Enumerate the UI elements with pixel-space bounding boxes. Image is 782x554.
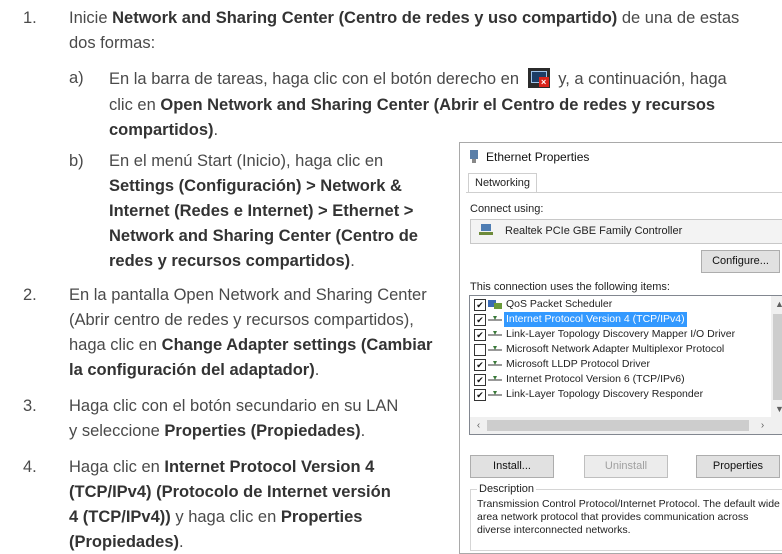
scroll-left-icon[interactable]: ‹ [470, 417, 487, 434]
list-item[interactable]: Microsoft Network Adapter Multiplexor Pr… [470, 342, 770, 357]
ethernet-icon [470, 150, 478, 163]
list-item[interactable]: ✔ Internet Protocol Version 6 (TCP/IPv6) [470, 372, 770, 387]
substep-b-line3: Internet (Redes e Internet) > Ethernet > [109, 202, 414, 220]
step-3-line2: y seleccione Properties (Propiedades). [69, 422, 366, 440]
item-label: Internet Protocol Version 4 (TCP/IPv4) [504, 312, 687, 327]
protocol-icon [488, 316, 502, 321]
list-item[interactable]: ✔ QoS Packet Scheduler [470, 297, 770, 312]
substep-b-line4: Network and Sharing Center (Centro de [109, 227, 418, 245]
substep-b-line2: Settings (Configuración) > Network & [109, 177, 402, 195]
step-2-line2: (Abrir centro de redes y recursos compar… [69, 311, 414, 329]
item-checkbox[interactable] [474, 344, 486, 356]
item-checkbox[interactable]: ✔ [474, 314, 486, 326]
step-4-line3: 4 (TCP/IPv4)) y haga clic en Properties [69, 508, 363, 526]
step-4-line4: (Propiedades). [69, 533, 184, 551]
step-2-line1: En la pantalla Open Network and Sharing … [69, 286, 427, 304]
step-1-text: Inicie Network and Sharing Center (Centr… [69, 9, 740, 27]
scroll-thumb[interactable] [773, 314, 782, 400]
item-checkbox[interactable]: ✔ [474, 359, 486, 371]
horizontal-scrollbar[interactable]: ‹ › [470, 417, 782, 434]
substep-b-line1: En el menú Start (Inicio), haga clic en [109, 152, 384, 170]
substep-a-line3: compartidos). [109, 121, 219, 139]
scroll-right-icon[interactable]: › [754, 417, 771, 434]
step-4-line2: (TCP/IPv4) (Protocolo de Internet versió… [69, 483, 391, 501]
item-label: Microsoft LLDP Protocol Driver [506, 358, 650, 370]
step-number: 4. [23, 458, 37, 476]
connect-using-label: Connect using: [470, 203, 544, 215]
step-2-line3: haga clic en Change Adapter settings (Ca… [69, 336, 433, 354]
configure-button[interactable]: Configure... [701, 250, 780, 273]
item-checkbox[interactable]: ✔ [474, 329, 486, 341]
description-legend: Description [477, 483, 537, 495]
dialog-title: Ethernet Properties [486, 150, 590, 164]
step-number: 3. [23, 397, 37, 415]
ethernet-properties-dialog: Ethernet Properties Networking Connect u… [459, 142, 782, 554]
adapter-field: Realtek PCIe GBE Family Controller [470, 219, 782, 244]
document-page: 1. Inicie Network and Sharing Center (Ce… [0, 0, 782, 554]
item-checkbox[interactable]: ✔ [474, 389, 486, 401]
item-label: Internet Protocol Version 6 (TCP/IPv6) [506, 373, 685, 385]
scroll-thumb[interactable] [487, 420, 749, 431]
step-4-line1: Haga clic en Internet Protocol Version 4 [69, 458, 375, 476]
item-checkbox[interactable]: ✔ [474, 299, 486, 311]
items-list[interactable]: ✔ QoS Packet Scheduler ✔ Internet Protoc… [469, 295, 782, 435]
substep-a-line1: En la barra de tareas, haga clic con el … [109, 68, 727, 88]
protocol-icon [488, 361, 502, 366]
item-label: Link-Layer Topology Discovery Responder [506, 388, 704, 400]
substep-b-line5: redes y recursos compartidos). [109, 252, 355, 270]
items-label: This connection uses the following items… [470, 281, 670, 293]
adapter-name: Realtek PCIe GBE Family Controller [505, 225, 683, 237]
step-number: 1. [23, 9, 37, 27]
scroll-down-icon[interactable]: ▼ [771, 401, 782, 417]
install-button[interactable]: Install... [470, 455, 554, 478]
protocol-icon [488, 376, 502, 381]
substep-a-line2: clic en Open Network and Sharing Center … [109, 96, 716, 114]
substep-letter: a) [69, 69, 84, 87]
description-group: Description Transmission Control Protoco… [470, 483, 782, 551]
description-text: Transmission Control Protocol/Internet P… [477, 498, 780, 536]
dialog-titlebar: Ethernet Properties [460, 143, 782, 173]
item-label: Microsoft Network Adapter Multiplexor Pr… [506, 343, 725, 355]
network-adapter-icon [479, 224, 493, 235]
list-item[interactable]: ✔ Link-Layer Topology Discovery Responde… [470, 387, 770, 402]
step-number: 2. [23, 286, 37, 304]
vertical-scrollbar[interactable]: ▲ ▼ [771, 296, 782, 417]
substep-letter: b) [69, 152, 84, 170]
network-tray-icon: × [527, 68, 550, 88]
protocol-icon [488, 331, 502, 336]
item-checkbox[interactable]: ✔ [474, 374, 486, 386]
item-label: QoS Packet Scheduler [506, 298, 613, 310]
tab-networking[interactable]: Networking [468, 173, 538, 193]
uninstall-button[interactable]: Uninstall [584, 455, 668, 478]
scroll-up-icon[interactable]: ▲ [771, 296, 782, 312]
step-2-line4: la configuración del adaptador). [69, 361, 320, 379]
list-item[interactable]: ✔ Microsoft LLDP Protocol Driver [470, 357, 770, 372]
protocol-icon [488, 391, 502, 396]
step-3-line1: Haga clic con el botón secundario en su … [69, 397, 399, 415]
scheduler-icon [488, 300, 502, 309]
list-item[interactable]: ✔ Internet Protocol Version 4 (TCP/IPv4) [470, 312, 770, 327]
properties-button[interactable]: Properties [696, 455, 780, 478]
protocol-icon [488, 346, 502, 351]
list-item[interactable]: ✔ Link-Layer Topology Discovery Mapper I… [470, 327, 770, 342]
step-1-text-line2: dos formas: [69, 34, 156, 52]
item-label: Link-Layer Topology Discovery Mapper I/O… [506, 328, 736, 340]
